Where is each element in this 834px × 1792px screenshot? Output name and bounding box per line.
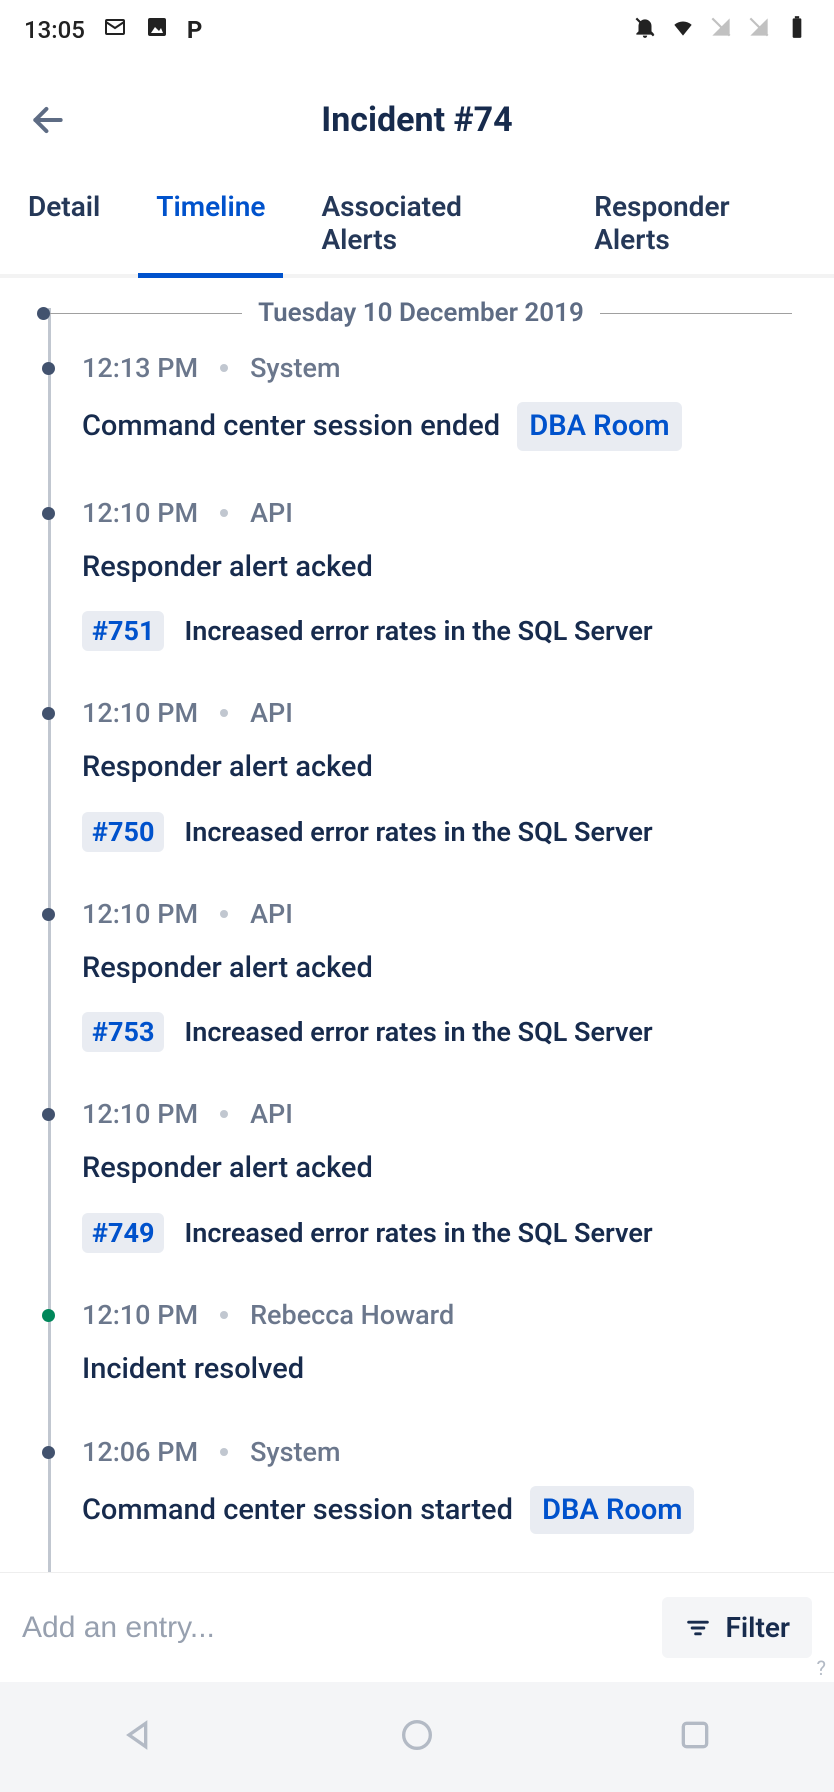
entry-dot-icon — [42, 1309, 55, 1322]
date-separator: Tuesday 10 December 2019 — [42, 298, 792, 328]
entry-text: Incident resolved — [82, 1352, 304, 1386]
entry-time: 12:13 PM — [82, 352, 198, 384]
entry-text: Responder alert acked — [82, 951, 373, 985]
photos-icon — [145, 15, 169, 45]
alert-number-chip[interactable]: #750 — [82, 812, 164, 852]
filter-icon — [684, 1614, 712, 1642]
entry-text: Responder alert acked — [82, 550, 373, 584]
entry-time: 12:10 PM — [82, 1098, 198, 1130]
dot-separator-icon — [220, 709, 228, 717]
room-chip[interactable]: DBA Room — [530, 1486, 694, 1535]
entry-text: Command center session ended — [82, 409, 500, 443]
alert-number-chip[interactable]: #749 — [82, 1213, 164, 1253]
timeline-entry[interactable]: 12:10 PM API Responder alert acked #750 … — [42, 697, 792, 852]
entry-time: 12:10 PM — [82, 1299, 198, 1331]
add-entry-input[interactable] — [22, 1611, 646, 1645]
arrow-left-icon — [29, 101, 67, 139]
alert-description: Increased error rates in the SQL Server — [184, 816, 652, 848]
entry-actor: System — [250, 352, 340, 384]
status-time: 13:05 — [24, 16, 85, 44]
timeline-entry[interactable]: 12:10 PM API Responder alert acked #751 … — [42, 497, 792, 652]
entry-time: 12:10 PM — [82, 898, 198, 930]
timeline-entry[interactable]: 12:06 PM System Command center session s… — [42, 1436, 792, 1535]
notification-off-icon — [632, 14, 658, 46]
filter-button[interactable]: Filter — [662, 1597, 813, 1658]
android-status-bar: 13:05 P — [0, 0, 834, 60]
bottom-bar: Filter ? — [0, 1572, 834, 1682]
room-chip[interactable]: DBA Room — [517, 402, 681, 451]
entry-text: Responder alert acked — [82, 1151, 373, 1185]
entry-time: 12:06 PM — [82, 1436, 198, 1468]
android-nav-bar — [0, 1682, 834, 1792]
sim-icon-2 — [746, 14, 772, 46]
page-title: Incident #74 — [68, 100, 766, 140]
nav-recent-button[interactable] — [675, 1715, 715, 1759]
dot-separator-icon — [220, 1110, 228, 1118]
dot-separator-icon — [220, 1448, 228, 1456]
battery-icon — [784, 14, 810, 46]
nav-back-button[interactable] — [119, 1715, 159, 1759]
help-icon[interactable]: ? — [817, 1656, 826, 1680]
entry-actor: API — [250, 497, 293, 529]
tab-timeline[interactable]: Timeline — [156, 180, 265, 274]
entry-text: Responder alert acked — [82, 750, 373, 784]
dot-separator-icon — [220, 910, 228, 918]
tab-responder-alerts[interactable]: Responder Alerts — [594, 180, 806, 274]
alert-description: Increased error rates in the SQL Server — [184, 1016, 652, 1048]
entry-actor: API — [250, 898, 293, 930]
entry-dot-icon — [42, 1446, 55, 1459]
nav-home-button[interactable] — [397, 1715, 437, 1759]
tab-associated-alerts[interactable]: Associated Alerts — [321, 180, 538, 274]
entry-text: Command center session started — [82, 1493, 513, 1527]
wifi-icon — [670, 14, 696, 46]
entry-actor: System — [250, 1436, 340, 1468]
timeline[interactable]: Tuesday 10 December 2019 12:13 PM System… — [0, 278, 834, 1572]
entry-dot-icon — [42, 707, 55, 720]
dot-separator-icon — [220, 1311, 228, 1319]
tabs: Detail Timeline Associated Alerts Respon… — [0, 180, 834, 278]
date-label: Tuesday 10 December 2019 — [242, 298, 600, 328]
tab-detail[interactable]: Detail — [28, 180, 100, 274]
filter-label: Filter — [726, 1611, 791, 1644]
alert-description: Increased error rates in the SQL Server — [184, 615, 652, 647]
dot-separator-icon — [220, 509, 228, 517]
gmail-icon — [103, 15, 127, 45]
entry-time: 12:10 PM — [82, 497, 198, 529]
timeline-entry[interactable]: 12:10 PM Rebecca Howard Incident resolve… — [42, 1299, 792, 1390]
alert-number-chip[interactable]: #751 — [82, 611, 164, 651]
timeline-entry[interactable]: 12:10 PM API Responder alert acked #749 … — [42, 1098, 792, 1253]
timeline-entry[interactable]: 12:10 PM API Responder alert acked #753 … — [42, 898, 792, 1053]
sim-icon — [708, 14, 734, 46]
entry-dot-icon — [42, 908, 55, 921]
timeline-entry[interactable]: 12:13 PM System Command center session e… — [42, 352, 792, 451]
page-header: Incident #74 — [0, 60, 834, 180]
alert-number-chip[interactable]: #753 — [82, 1012, 164, 1052]
entry-dot-icon — [42, 507, 55, 520]
alert-description: Increased error rates in the SQL Server — [184, 1217, 652, 1249]
entry-dot-icon — [42, 362, 55, 375]
p-icon: P — [187, 16, 202, 44]
entry-actor: API — [250, 1098, 293, 1130]
dot-separator-icon — [220, 364, 228, 372]
entry-actor: Rebecca Howard — [250, 1299, 454, 1331]
entry-actor: API — [250, 697, 293, 729]
back-button[interactable] — [28, 100, 68, 140]
entry-time: 12:10 PM — [82, 697, 198, 729]
entry-dot-icon — [42, 1108, 55, 1121]
